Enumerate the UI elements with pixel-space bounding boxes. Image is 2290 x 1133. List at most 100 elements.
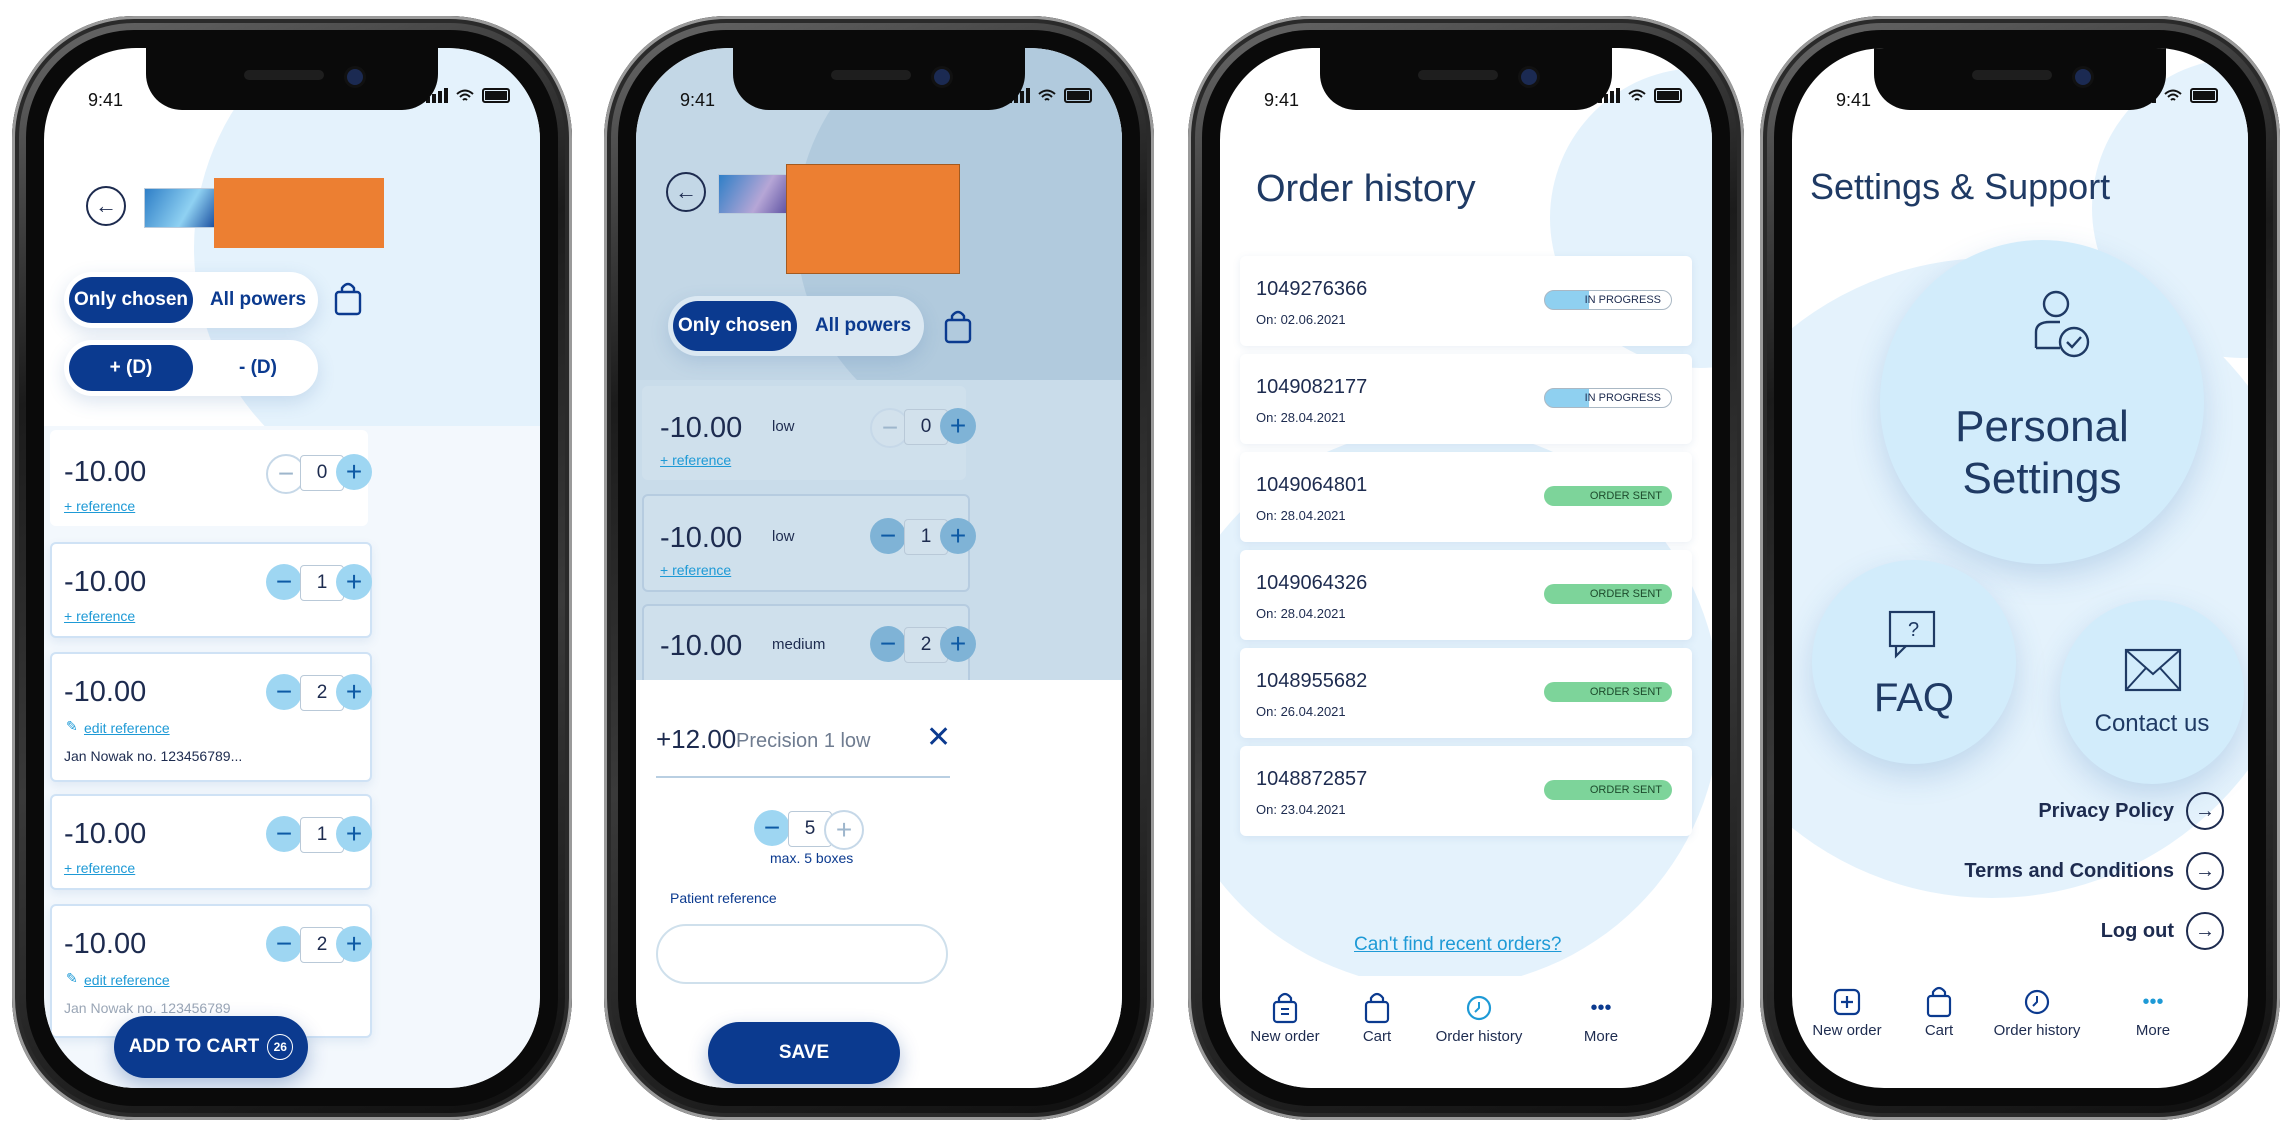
order-row[interactable]: 1048872857 On: 23.04.2021 ORDER SENT — [1240, 746, 1692, 836]
screen-product-powers: 9:41 ← Only chosen All powers + (D) - (D… — [44, 48, 540, 1088]
back-button[interactable]: ← — [666, 172, 706, 212]
add-reference-link[interactable]: + reference — [64, 608, 135, 624]
bottom-navigation: New order Cart Order history ••• More — [1792, 970, 2248, 1088]
pencil-icon: ✎ — [66, 970, 78, 986]
toggle-minus-d[interactable]: - (D) — [198, 340, 318, 396]
nav-label: More — [1583, 1028, 1619, 1045]
increment-button[interactable]: + — [940, 626, 976, 662]
increment-button[interactable]: + — [336, 454, 372, 490]
cart-icon[interactable] — [944, 310, 972, 349]
max-boxes-hint: max. 5 boxes — [770, 850, 854, 866]
toggle-plus-d[interactable]: + (D) — [69, 345, 193, 391]
order-date: On: 28.04.2021 — [1256, 410, 1346, 425]
order-row[interactable]: 1049276366 On: 02.06.2021 IN PROGRESS — [1240, 256, 1692, 346]
power-value: -10.00 — [64, 676, 147, 708]
order-number: 1049064801 — [1256, 474, 1368, 496]
decrement-button[interactable]: − — [870, 518, 906, 554]
more-icon: ••• — [2142, 990, 2164, 1013]
status-time: 9:41 — [680, 90, 716, 110]
svg-text:?: ? — [1908, 619, 1919, 641]
terms-link[interactable]: Terms and Conditions → — [1964, 852, 2224, 890]
increment-button[interactable]: + — [336, 674, 372, 710]
decrement-button[interactable]: − — [266, 816, 302, 852]
order-number: 1048955682 — [1256, 670, 1368, 692]
more-icon: ••• — [1590, 996, 1612, 1019]
increment-button[interactable]: + — [336, 926, 372, 962]
increment-button[interactable]: + — [336, 564, 372, 600]
decrement-button[interactable]: − — [266, 674, 302, 710]
order-row[interactable]: 1049082177 On: 28.04.2021 IN PROGRESS — [1240, 354, 1692, 444]
toggle-only-chosen[interactable]: Only chosen — [69, 277, 193, 323]
faq-button[interactable]: ? FAQ — [1812, 560, 2016, 764]
nav-cart[interactable]: Cart — [1884, 982, 1994, 1039]
edit-reference-link[interactable]: edit reference — [84, 972, 170, 988]
power-value: -10.00 — [660, 630, 743, 662]
order-row[interactable]: 1048955682 On: 26.04.2021 ORDER SENT — [1240, 648, 1692, 738]
add-reference-link[interactable]: + reference — [64, 498, 135, 514]
back-button[interactable]: ← — [86, 186, 126, 226]
edit-reference-link[interactable]: edit reference — [84, 720, 170, 736]
log-out-label: Log out — [2100, 919, 2174, 942]
cant-find-orders-link[interactable]: Can't find recent orders? — [1354, 934, 1561, 956]
toggle-only-chosen[interactable]: Only chosen — [673, 301, 797, 351]
toggle-all-powers[interactable]: All powers — [198, 272, 318, 328]
cart-icon[interactable] — [334, 282, 362, 321]
decrement-button[interactable]: − — [266, 926, 302, 962]
order-number: 1049064326 — [1256, 572, 1368, 594]
increment-button-disabled[interactable]: + — [824, 810, 864, 850]
power-value: -10.00 — [64, 928, 147, 960]
order-row[interactable]: 1049064326 On: 28.04.2021 ORDER SENT — [1240, 550, 1692, 640]
privacy-policy-label: Privacy Policy — [2038, 799, 2174, 822]
privacy-policy-link[interactable]: Privacy Policy → — [2038, 792, 2224, 830]
close-icon[interactable]: ✕ — [926, 720, 951, 755]
patient-reference-input[interactable] — [656, 924, 948, 984]
nav-more[interactable]: ••• More — [2098, 982, 2208, 1040]
contact-us-label: Contact us — [2094, 710, 2210, 737]
nav-cart[interactable]: Cart — [1322, 988, 1432, 1045]
power-level: low — [772, 528, 795, 545]
increment-button[interactable]: + — [336, 816, 372, 852]
personal-settings-button[interactable]: Personal Settings — [1880, 240, 2204, 564]
power-filter-toggle: Only chosen All powers — [668, 296, 924, 356]
order-row[interactable]: 1049064801 On: 28.04.2021 ORDER SENT — [1240, 452, 1692, 542]
add-reference-link[interactable]: + reference — [660, 452, 731, 468]
status-badge: ORDER SENT — [1544, 486, 1672, 506]
save-button[interactable]: SAVE — [708, 1022, 900, 1084]
status-time: 9:41 — [1836, 90, 1872, 110]
power-value: -10.00 — [660, 522, 743, 554]
sheet-product: Precision 1 low — [736, 730, 871, 752]
pencil-icon: ✎ — [66, 718, 78, 734]
reference-note: Jan Nowak no. 123456789 — [64, 1000, 231, 1016]
bottom-navigation: New order Cart Order history ••• More — [1220, 976, 1712, 1088]
status-badge: ORDER SENT — [1544, 682, 1672, 702]
page-title: Order history — [1256, 168, 1476, 210]
nav-order-history[interactable]: Order history — [1424, 988, 1534, 1045]
power-value: -10.00 — [64, 566, 147, 598]
increment-button[interactable]: + — [940, 408, 976, 444]
decrement-button[interactable]: − — [870, 626, 906, 662]
power-value: -10.00 — [64, 456, 147, 488]
phone-patient-reference: 9:41 ← Only chosen All powers -10.00 low… — [604, 16, 1154, 1120]
order-date: On: 02.06.2021 — [1256, 312, 1346, 327]
redacted-product-name — [786, 164, 960, 274]
nav-label: Order history — [1435, 1028, 1523, 1045]
log-out-link[interactable]: Log out → — [2101, 912, 2224, 950]
patient-reference-label: Patient reference — [670, 890, 777, 906]
arrow-right-icon: → — [2186, 912, 2224, 950]
increment-button[interactable]: + — [940, 518, 976, 554]
add-reference-link[interactable]: + reference — [64, 860, 135, 876]
add-reference-link[interactable]: + reference — [660, 562, 731, 578]
decrement-button[interactable]: − — [266, 564, 302, 600]
nav-label: Cart — [1924, 1022, 1954, 1039]
nav-more[interactable]: ••• More — [1546, 988, 1656, 1046]
add-to-cart-button[interactable]: ADD TO CART 26 — [114, 1016, 308, 1078]
cart-icon — [1884, 982, 1994, 1022]
decrement-button[interactable]: − — [754, 810, 790, 846]
order-date: On: 26.04.2021 — [1256, 704, 1346, 719]
order-date: On: 28.04.2021 — [1256, 508, 1346, 523]
nav-order-history[interactable]: Order history — [1982, 982, 2092, 1039]
contact-us-button[interactable]: Contact us — [2060, 600, 2244, 784]
nav-label: New order — [1812, 1022, 1882, 1039]
toggle-all-powers[interactable]: All powers — [802, 296, 924, 356]
status-time: 9:41 — [88, 90, 124, 110]
